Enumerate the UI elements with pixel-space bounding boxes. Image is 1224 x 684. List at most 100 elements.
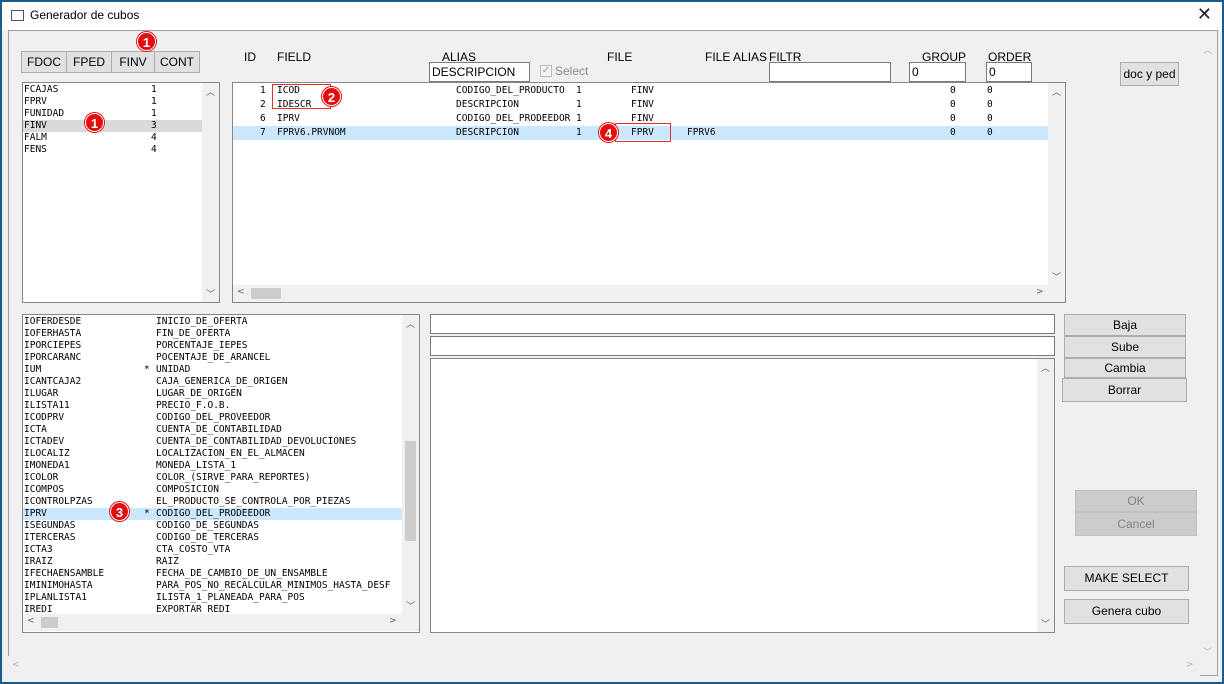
field-name: IPORCARANC xyxy=(24,352,82,363)
scroll-up-icon[interactable]: ︿ xyxy=(406,317,415,330)
tables-list[interactable]: FCAJAS 1 FPRV 1 FUNIDAD 1 FINV 3 FALM 4 FENS 4 ︿ ﹀ xyxy=(22,82,220,303)
marker-1-list: 1 xyxy=(85,113,104,132)
close-icon[interactable]: ✕ xyxy=(1197,4,1212,25)
list-item[interactable]: FCAJAS 1 xyxy=(23,84,202,96)
list-item[interactable]: ICONTROLPZAS EL_PRODUCTO_SE_CONTROLA_POR_… xyxy=(23,496,402,508)
hscroll-thumb[interactable] xyxy=(251,288,281,299)
cancel-button[interactable]: Cancel xyxy=(1075,512,1197,536)
group-input[interactable]: 0 xyxy=(909,62,966,82)
list-item[interactable]: FENS 4 xyxy=(23,144,202,156)
window-scroll-right-icon[interactable]: > xyxy=(1186,660,1194,670)
tab-fdoc[interactable]: FDOC xyxy=(21,51,67,73)
list-item[interactable]: ICOMPOS COMPOSICION xyxy=(23,484,402,496)
table-name: FENS xyxy=(24,144,47,155)
field-name: IPORCIEPES xyxy=(24,340,82,351)
list-item[interactable]: IMONEDA1 MONEDA_LISTA_1 xyxy=(23,460,402,472)
list-item[interactable]: ICODPRV CODIGO_DEL_PROVEEDOR xyxy=(23,412,402,424)
list-item[interactable]: FALM 4 xyxy=(23,132,202,144)
borrar-button[interactable]: Borrar xyxy=(1062,378,1187,402)
list-item[interactable]: IPRV * CODIGO_DEL_PRODEEDOR xyxy=(23,508,402,520)
vscroll-thumb[interactable] xyxy=(405,441,416,541)
order-input[interactable]: 0 xyxy=(986,62,1032,82)
header-field: FIELD xyxy=(277,50,312,64)
baja-button[interactable]: Baja xyxy=(1064,314,1186,336)
field-name: ICTADEV xyxy=(24,436,65,447)
select-checkbox[interactable]: ✓ Select xyxy=(539,62,609,80)
field-name: IMONEDA1 xyxy=(24,460,70,471)
list-item[interactable]: IPORCARANC POCENTAJE_DE_ARANCEL xyxy=(23,352,402,364)
scroll-down-icon[interactable]: ﹀ xyxy=(1041,617,1050,630)
field-flag: * xyxy=(144,508,150,519)
scroll-up-icon[interactable]: ︿ xyxy=(1052,85,1061,98)
list-item[interactable]: IOFERDESDE INICIO_DE_OFERTA xyxy=(23,316,402,328)
filtr-input[interactable] xyxy=(769,62,891,82)
grid-cell-field: IPRV xyxy=(277,113,300,124)
list-item[interactable]: ILUGAR LUGAR_DE_ORIGEN xyxy=(23,388,402,400)
window-hscrollbar[interactable]: < > xyxy=(8,656,1200,676)
expression-input-1[interactable] xyxy=(430,314,1055,334)
list-item[interactable]: FINV 3 xyxy=(23,120,202,132)
make-select-button[interactable]: MAKE SELECT xyxy=(1064,566,1189,591)
expression-input-2[interactable] xyxy=(430,336,1055,356)
ok-button[interactable]: OK xyxy=(1075,490,1197,512)
memo-vscrollbar[interactable]: ︿ ﹀ xyxy=(1037,359,1054,632)
table-row[interactable]: 2 IDESCR DESCRIPCION 1 FINV 0 0 xyxy=(233,98,1048,112)
grid-vscrollbar[interactable]: ︿ ﹀ xyxy=(1048,83,1065,285)
hscroll-thumb[interactable] xyxy=(41,617,58,628)
list-item[interactable]: IMINIMOHASTA PARA_POS_NO_RECALCULAR_MINIM… xyxy=(23,580,402,592)
grid-cell-file-alias: FPRV6 xyxy=(687,127,716,138)
window-scroll-left-icon[interactable]: < xyxy=(12,660,20,670)
table-row[interactable]: 1 ICOD CODIGO_DEL_PRODUCTO 1 FINV 0 0 xyxy=(233,84,1048,98)
list-item[interactable]: IUM * UNIDAD xyxy=(23,364,402,376)
grid-hscrollbar[interactable]: < > xyxy=(233,285,1065,302)
field-description: FIN_DE_OFERTA xyxy=(156,328,231,339)
sql-memo[interactable]: ︿ ﹀ xyxy=(430,358,1055,633)
fields-hscrollbar[interactable]: < > xyxy=(23,614,419,631)
genera-cubo-button[interactable]: Genera cubo xyxy=(1064,599,1189,624)
scroll-right-icon[interactable]: > xyxy=(389,616,397,626)
grid-cell-order: 0 xyxy=(987,99,993,110)
tab-cont[interactable]: CONT xyxy=(154,51,200,73)
alias-input[interactable]: DESCRIPCION xyxy=(429,62,530,82)
list-item[interactable]: IPLANLISTA1 ILISTA_1_PLANEADA_PARA_POS xyxy=(23,592,402,604)
cambia-button[interactable]: Cambia xyxy=(1064,358,1186,378)
tables-list-scrollbar[interactable]: ︿ ﹀ xyxy=(202,83,219,302)
fields-vscrollbar[interactable]: ︿ ﹀ xyxy=(402,315,419,614)
tab-fped[interactable]: FPED xyxy=(66,51,112,73)
field-name: ICOLOR xyxy=(24,472,59,483)
list-item[interactable]: ICANTCAJA2 CAJA_GENERICA_DE_ORIGEN xyxy=(23,376,402,388)
scroll-left-icon[interactable]: < xyxy=(27,616,35,626)
sube-button[interactable]: Sube xyxy=(1064,336,1186,358)
available-fields-list[interactable]: IOFERDESDE INICIO_DE_OFERTA IOFERHASTA FIN_… xyxy=(22,314,420,633)
grid-cell-select: 1 xyxy=(576,127,582,138)
table-name: FINV xyxy=(24,120,47,131)
tab-finv[interactable]: FINV xyxy=(111,51,155,73)
list-item[interactable]: ILISTA11 PRECIO_F.O.B. xyxy=(23,400,402,412)
scroll-down-icon[interactable]: ﹀ xyxy=(406,599,415,612)
window-scroll-up-icon[interactable]: ︿ xyxy=(1203,43,1212,56)
header-file-alias: FILE ALIAS xyxy=(705,50,768,64)
list-item[interactable]: IPORCIEPES PORCENTAJE_IEPES xyxy=(23,340,402,352)
list-item[interactable]: ICOLOR COLOR_(SIRVE_PARA_REPORTES) xyxy=(23,472,402,484)
scroll-left-icon[interactable]: < xyxy=(237,287,245,297)
scroll-up-icon[interactable]: ︿ xyxy=(1041,361,1050,374)
list-item[interactable]: IRAIZ RAIZ xyxy=(23,556,402,568)
list-item[interactable]: ICTA CUENTA_DE_CONTABILIDAD xyxy=(23,424,402,436)
list-item[interactable]: IFECHAENSAMBLE FECHA_DE_CAMBIO_DE_UN_ENSA… xyxy=(23,568,402,580)
doc-y-ped-button[interactable]: doc y ped xyxy=(1120,62,1179,86)
scroll-down-icon[interactable]: ﹀ xyxy=(1052,270,1061,283)
list-item[interactable]: ICTA3 CTA_COSTO_VTA xyxy=(23,544,402,556)
scroll-up-icon[interactable]: ︿ xyxy=(206,85,215,98)
list-item[interactable]: ISEGUNDAS CODIGO_DE_SEGUNDAS xyxy=(23,520,402,532)
list-item[interactable]: ILOCALIZ LOCALIZACION_EN_EL_ALMACEN xyxy=(23,448,402,460)
list-item[interactable]: ICTADEV CUENTA_DE_CONTABILIDAD_DEVOLUCION… xyxy=(23,436,402,448)
list-item[interactable]: FPRV 1 xyxy=(23,96,202,108)
scroll-down-icon[interactable]: ﹀ xyxy=(206,287,215,300)
list-item[interactable]: IOFERHASTA FIN_DE_OFERTA xyxy=(23,328,402,340)
list-item[interactable]: FUNIDAD 1 xyxy=(23,108,202,120)
selected-fields-grid[interactable]: 1 ICOD CODIGO_DEL_PRODUCTO 1 FINV 0 0 2 IDESCR DE… xyxy=(232,82,1066,303)
scroll-right-icon[interactable]: > xyxy=(1036,287,1044,297)
field-name: ITERCERAS xyxy=(24,532,76,543)
window-scroll-down-icon[interactable]: ﹀ xyxy=(1203,645,1212,658)
list-item[interactable]: ITERCERAS CODIGO_DE_TERCERAS xyxy=(23,532,402,544)
